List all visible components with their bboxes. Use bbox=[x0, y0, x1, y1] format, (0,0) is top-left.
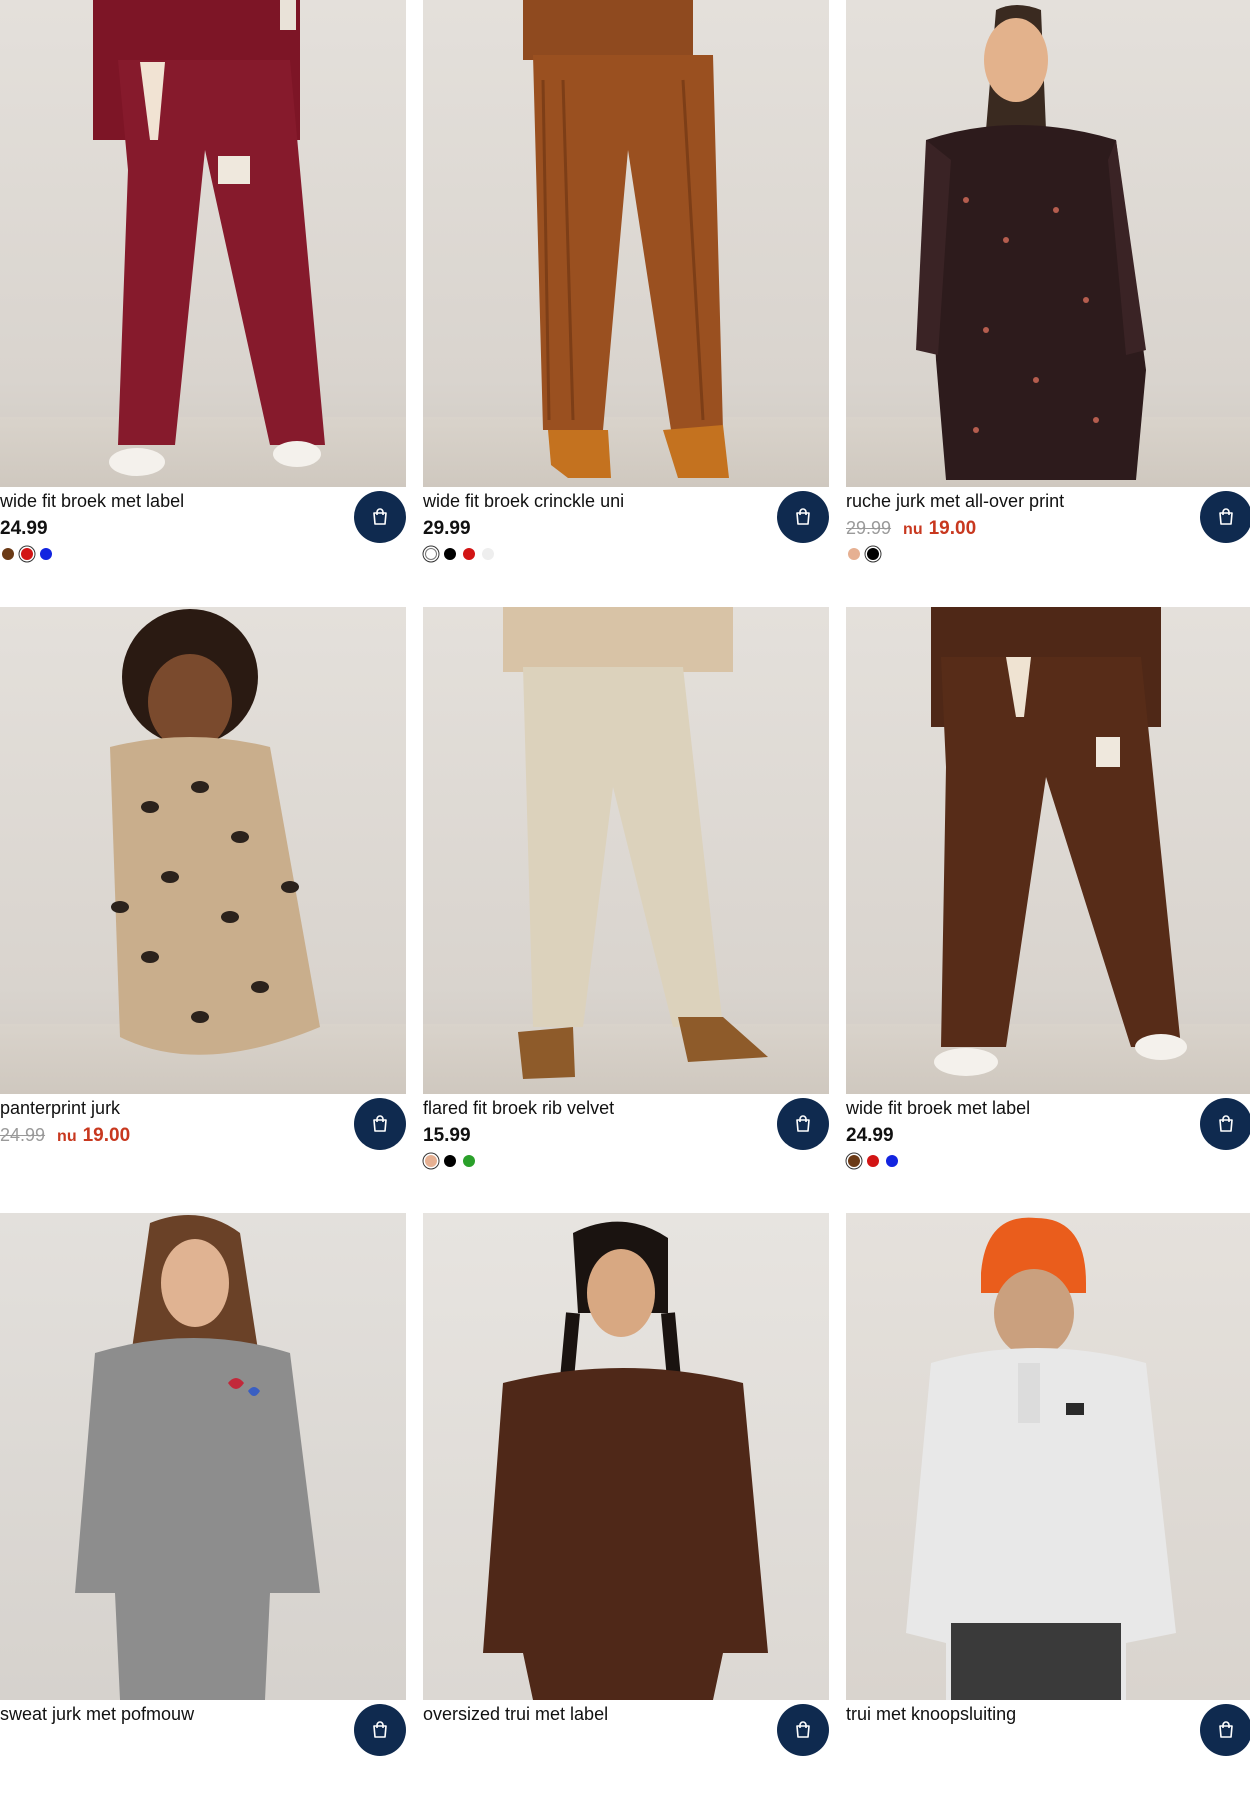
product-image[interactable] bbox=[423, 0, 829, 487]
product-photo bbox=[503, 607, 768, 1079]
add-to-cart-button[interactable] bbox=[354, 1098, 406, 1150]
sale-prefix: nu bbox=[57, 1128, 77, 1145]
add-to-cart-button[interactable] bbox=[1200, 491, 1250, 543]
product-card[interactable]: trui met knoopsluiting bbox=[846, 1213, 1250, 1820]
product-title[interactable]: sweat jurk met pofmouw bbox=[0, 1704, 194, 1725]
add-to-cart-button[interactable] bbox=[777, 1704, 829, 1756]
shopping-bag-icon bbox=[1219, 1721, 1233, 1738]
color-swatches bbox=[2, 548, 52, 560]
shopping-bag-icon bbox=[796, 1721, 810, 1738]
product-title[interactable]: flared fit broek rib velvet bbox=[423, 1098, 614, 1119]
swatch-blue[interactable] bbox=[40, 548, 52, 560]
product-title[interactable]: panterprint jurk bbox=[0, 1098, 120, 1119]
old-price: 29.99 bbox=[846, 518, 892, 538]
price-value: 24.99 bbox=[0, 518, 48, 539]
add-to-cart-button[interactable] bbox=[354, 1704, 406, 1756]
shopping-bag-icon bbox=[373, 1115, 387, 1132]
product-photo bbox=[906, 1217, 1176, 1700]
color-swatches bbox=[425, 548, 494, 560]
product-image[interactable] bbox=[423, 1213, 829, 1700]
product-card[interactable]: wide fit broek met label 24.99 bbox=[846, 607, 1250, 1214]
product-card[interactable]: sweat jurk met pofmouw bbox=[0, 1213, 406, 1820]
add-to-cart-button[interactable] bbox=[1200, 1704, 1250, 1756]
swatch-red[interactable] bbox=[21, 548, 33, 560]
swatch-black[interactable] bbox=[867, 548, 879, 560]
product-price: 29.99 bbox=[423, 518, 471, 540]
add-to-cart-button[interactable] bbox=[777, 491, 829, 543]
add-to-cart-button[interactable] bbox=[354, 491, 406, 543]
product-photo bbox=[75, 1215, 320, 1700]
add-to-cart-button[interactable] bbox=[777, 1098, 829, 1150]
product-image[interactable] bbox=[846, 1213, 1250, 1700]
shopping-bag-icon bbox=[1219, 1115, 1233, 1132]
add-to-cart-button[interactable] bbox=[1200, 1098, 1250, 1150]
swatch-brown[interactable] bbox=[848, 1155, 860, 1167]
product-photo bbox=[916, 5, 1146, 480]
product-title[interactable]: ruche jurk met all-over print bbox=[846, 491, 1064, 512]
color-swatches bbox=[425, 1155, 475, 1167]
product-card[interactable]: wide fit broek met label 24.99 bbox=[0, 0, 406, 607]
product-card[interactable]: oversized trui met label bbox=[423, 1213, 829, 1820]
sale-price: 19.00 bbox=[82, 1125, 131, 1146]
product-image[interactable] bbox=[0, 1213, 406, 1700]
sale-price: 19.00 bbox=[928, 518, 977, 539]
swatch-blue[interactable] bbox=[886, 1155, 898, 1167]
product-image[interactable] bbox=[846, 607, 1250, 1094]
product-price: 24.99 nu 19.00 bbox=[0, 1125, 130, 1147]
product-title[interactable]: trui met knoopsluiting bbox=[846, 1704, 1016, 1725]
product-image[interactable] bbox=[0, 0, 406, 487]
product-title[interactable]: oversized trui met label bbox=[423, 1704, 608, 1725]
swatch-black[interactable] bbox=[444, 1155, 456, 1167]
product-title[interactable]: wide fit broek crinckle uni bbox=[423, 491, 624, 512]
product-photo bbox=[931, 607, 1187, 1076]
price-value: 29.99 bbox=[423, 518, 471, 539]
product-card[interactable]: ruche jurk met all-over print 29.99 nu 19.… bbox=[846, 0, 1250, 607]
product-title[interactable]: wide fit broek met label bbox=[846, 1098, 1030, 1119]
product-price: 24.99 bbox=[0, 518, 48, 540]
product-photo bbox=[93, 0, 325, 476]
swatch-red[interactable] bbox=[463, 548, 475, 560]
price-value: 15.99 bbox=[423, 1125, 471, 1146]
swatch-green[interactable] bbox=[463, 1155, 475, 1167]
sale-prefix: nu bbox=[903, 521, 923, 538]
product-photo bbox=[110, 609, 320, 1055]
swatch-red[interactable] bbox=[867, 1155, 879, 1167]
product-price: 15.99 bbox=[423, 1125, 471, 1147]
product-photo bbox=[523, 0, 729, 478]
swatch-peach[interactable] bbox=[848, 548, 860, 560]
color-swatches bbox=[848, 1155, 898, 1167]
swatch-peach[interactable] bbox=[425, 1155, 437, 1167]
product-card[interactable]: wide fit broek crinckle uni 29.99 bbox=[423, 0, 829, 607]
shopping-bag-icon bbox=[373, 508, 387, 525]
product-card[interactable]: flared fit broek rib velvet 15.99 bbox=[423, 607, 829, 1214]
shopping-bag-icon bbox=[796, 1115, 810, 1132]
product-title[interactable]: wide fit broek met label bbox=[0, 491, 184, 512]
price-value: 24.99 bbox=[846, 1125, 894, 1146]
swatch-brown[interactable] bbox=[2, 548, 14, 560]
product-price: 29.99 nu 19.00 bbox=[846, 518, 976, 540]
swatch-light-grey[interactable] bbox=[482, 548, 494, 560]
shopping-bag-icon bbox=[1219, 508, 1233, 525]
product-price: 24.99 bbox=[846, 1125, 894, 1147]
color-swatches bbox=[848, 548, 879, 560]
swatch-white[interactable] bbox=[425, 548, 437, 560]
shopping-bag-icon bbox=[373, 1721, 387, 1738]
product-image[interactable] bbox=[0, 607, 406, 1094]
product-card[interactable]: panterprint jurk 24.99 nu 19.00 bbox=[0, 607, 406, 1214]
product-image[interactable] bbox=[846, 0, 1250, 487]
shopping-bag-icon bbox=[796, 508, 810, 525]
swatch-black[interactable] bbox=[444, 548, 456, 560]
product-grid: wide fit broek met label 24.99 wide fit … bbox=[0, 0, 1250, 1756]
product-photo bbox=[483, 1221, 768, 1700]
product-image[interactable] bbox=[423, 607, 829, 1094]
old-price: 24.99 bbox=[0, 1125, 46, 1145]
